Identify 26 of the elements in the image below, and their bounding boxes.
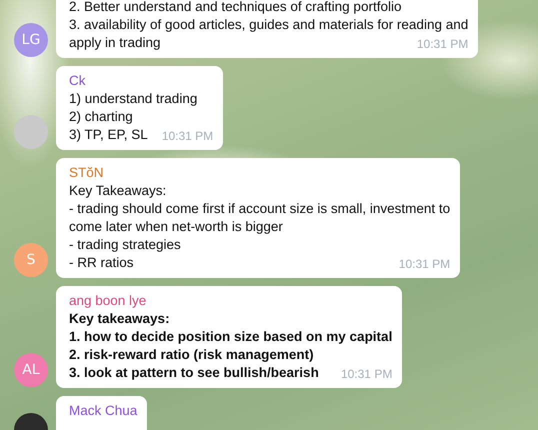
message-text: - trading strategies bbox=[69, 236, 181, 254]
message-text: - trading should come first if account size is small, investment to bbox=[69, 200, 450, 218]
sender-name[interactable]: Ck bbox=[69, 72, 86, 90]
message-time: 10:31 PM bbox=[398, 256, 450, 272]
message-time: 10:31 PM bbox=[416, 36, 468, 52]
avatar[interactable]: AL bbox=[14, 353, 48, 387]
message-text: come later when net-worth is bigger bbox=[69, 218, 283, 236]
message-text: Key takeaways: bbox=[69, 310, 170, 328]
message-time: 10:31 PM bbox=[162, 128, 214, 144]
avatar[interactable]: S bbox=[14, 243, 48, 277]
sender-name[interactable]: ang boon lye bbox=[69, 292, 146, 310]
message-text: 2. Better understand and techniques of crafting portfolio bbox=[69, 0, 402, 16]
message-text: 3. availability of good articles, guides and materials for reading and bbox=[69, 16, 468, 34]
sender-name[interactable]: Mack Chua bbox=[69, 402, 138, 420]
message-text: 1. how to decide position size based on my capital bbox=[69, 328, 392, 346]
message-text: 2) charting bbox=[69, 108, 133, 126]
message-text: - RR ratios bbox=[69, 254, 134, 272]
message-text: 1) understand trading bbox=[69, 90, 198, 108]
message-text: 2. risk-reward ratio (risk management) bbox=[69, 346, 314, 364]
message-text: 3) TP, EP, SL bbox=[69, 126, 148, 144]
message-time: 10:31 PM bbox=[340, 366, 392, 382]
message-text: 3. look at pattern to see bullish/bearish bbox=[69, 364, 319, 382]
message-text: Key Takeaways: bbox=[69, 182, 166, 200]
avatar[interactable]: LG bbox=[14, 23, 48, 57]
sender-name[interactable]: STŏN bbox=[69, 164, 104, 182]
message-text: apply in trading bbox=[69, 34, 161, 52]
